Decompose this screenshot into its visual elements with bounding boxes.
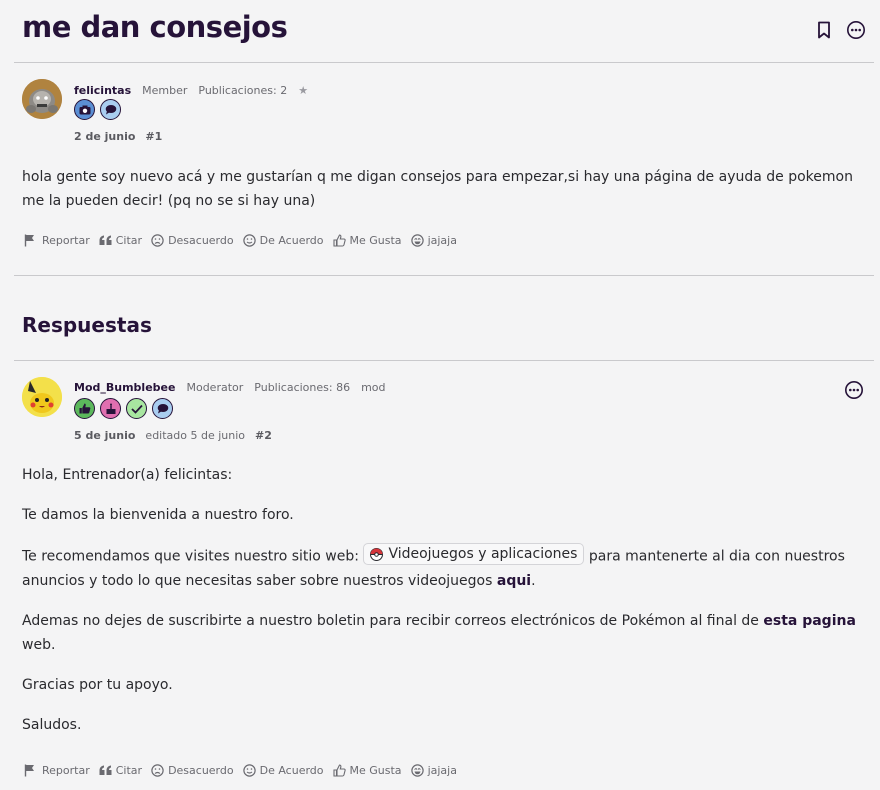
bookmark-icon[interactable] (814, 20, 834, 40)
recommend-text: Te recomendamos que visites nuestro siti… (22, 543, 868, 593)
disagree-button[interactable]: Desacuerdo (151, 764, 234, 777)
like-button[interactable]: Me Gusta (332, 234, 402, 247)
post-meta: felicintas Member Publicaciones: 2 ★ (74, 84, 308, 97)
chat-badge-icon[interactable] (100, 99, 121, 120)
quote-icon (99, 765, 112, 775)
post-count: Publicaciones: 86 (254, 381, 351, 394)
post-number[interactable]: #1 (145, 130, 162, 143)
haha-button[interactable]: jajaja (410, 764, 457, 777)
thread-title: me dan consejos (22, 10, 288, 44)
like-label: Me Gusta (349, 764, 402, 777)
post-date-line: 2 de junio #1 (74, 130, 162, 143)
user-badges (74, 99, 121, 120)
like-button[interactable]: Me Gusta (332, 764, 402, 777)
post-body: hola gente soy nuevo acá y me gustarían … (22, 169, 853, 209)
smile-icon (242, 764, 256, 777)
post-actions: Reportar Citar Desacuerdo De Acuerdo Me … (24, 764, 466, 777)
pokeball-icon (370, 547, 384, 561)
avatar[interactable] (22, 79, 62, 119)
disagree-label: Desacuerdo (168, 234, 234, 247)
post-date[interactable]: 2 de junio (74, 130, 135, 143)
welcome-text: Te damos la bienvenida a nuestro foro. (22, 507, 294, 523)
check-badge-icon[interactable] (126, 398, 147, 419)
user-badges (74, 398, 173, 419)
newsletter-text: Ademas no dejes de suscribirte a nuestro… (22, 609, 868, 657)
edited-label[interactable]: editado 5 de junio (145, 429, 245, 442)
avatar[interactable] (22, 377, 62, 417)
star-icon: ★ (298, 84, 309, 97)
divider (14, 62, 874, 63)
replies-heading: Respuestas (22, 313, 152, 337)
site-link-chip[interactable]: Videojuegos y aplicaciones (363, 543, 585, 565)
aqui-link[interactable]: aqui (497, 573, 531, 589)
post-number[interactable]: #2 (255, 429, 272, 442)
like-label: Me Gusta (349, 234, 402, 247)
post-date[interactable]: 5 de junio (74, 429, 135, 442)
post-body: Hola, Entrenador(a) felicintas: Te damos… (22, 463, 868, 753)
divider (14, 275, 874, 276)
flag-icon (24, 764, 34, 777)
report-button[interactable]: Reportar (24, 234, 90, 247)
thumbs-up-icon (332, 764, 346, 777)
disagree-button[interactable]: Desacuerdo (151, 234, 234, 247)
cake-badge-icon[interactable] (100, 398, 121, 419)
report-button[interactable]: Reportar (24, 764, 90, 777)
user-role: Member (142, 84, 188, 97)
recommend-text-a: Te recomendamos que visites nuestro siti… (22, 548, 359, 565)
smile-icon (242, 234, 256, 247)
disagree-label: Desacuerdo (168, 764, 234, 777)
user-role: Moderator (186, 381, 244, 394)
newsletter-text-b: web. (22, 636, 56, 653)
post-date-line: 5 de junio editado 5 de junio #2 (74, 429, 272, 442)
header-actions (814, 20, 866, 40)
report-label: Reportar (42, 234, 90, 247)
camera-badge-icon[interactable] (74, 99, 95, 120)
divider (14, 360, 874, 361)
laugh-icon (410, 234, 424, 247)
chat-badge-icon[interactable] (152, 398, 173, 419)
quote-label: Citar (115, 764, 143, 777)
post-meta: Mod_Bumblebee Moderator Publicaciones: 8… (74, 381, 386, 394)
agree-label: De Acuerdo (259, 764, 324, 777)
haha-label: jajaja (427, 764, 457, 777)
frown-icon (151, 234, 164, 247)
quote-button[interactable]: Citar (99, 234, 142, 247)
agree-button[interactable]: De Acuerdo (242, 234, 324, 247)
thanks-text: Gracias por tu apoyo. (22, 676, 173, 693)
haha-label: jajaja (427, 234, 457, 247)
username[interactable]: Mod_Bumblebee (74, 381, 175, 394)
more-options-icon[interactable] (844, 380, 864, 400)
thumbs-up-badge-icon[interactable] (74, 398, 95, 419)
haha-button[interactable]: jajaja (410, 234, 457, 247)
report-label: Reportar (42, 764, 90, 777)
esta-pagina-link[interactable]: esta pagina (763, 613, 856, 629)
frown-icon (151, 764, 164, 777)
more-options-icon[interactable] (846, 20, 866, 40)
agree-button[interactable]: De Acuerdo (242, 764, 324, 777)
thumbs-up-icon (332, 234, 346, 247)
site-link-label: Videojuegos y aplicaciones (388, 546, 578, 562)
username[interactable]: felicintas (74, 84, 131, 97)
quote-button[interactable]: Citar (99, 764, 142, 777)
agree-label: De Acuerdo (259, 234, 324, 247)
post-count: Publicaciones: 2 (198, 84, 288, 97)
greeting: Hola, Entrenador(a) felicintas: (22, 467, 233, 483)
quote-icon (99, 235, 112, 245)
laugh-icon (410, 764, 424, 777)
quote-label: Citar (115, 234, 143, 247)
newsletter-text-a: Ademas no dejes de suscribirte a nuestro… (22, 612, 759, 629)
signoff-text: Saludos. (22, 716, 82, 733)
post-actions: Reportar Citar Desacuerdo De Acuerdo Me … (24, 234, 466, 247)
user-tag: mod (361, 381, 386, 394)
recommend-text-end: . (531, 572, 536, 589)
flag-icon (24, 234, 34, 247)
